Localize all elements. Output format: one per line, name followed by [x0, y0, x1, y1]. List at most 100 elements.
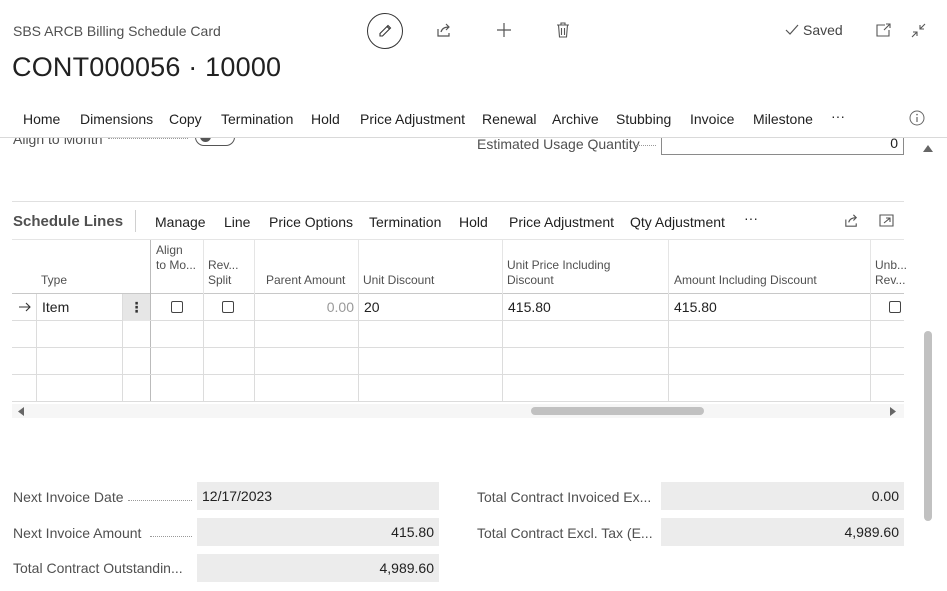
total-contract-excl-tax-value: 4,989.60	[661, 518, 904, 546]
schedule-lines-title: Schedule Lines	[13, 213, 124, 230]
lines-action-qty-adjustment[interactable]: Qty Adjustment	[630, 214, 725, 230]
cell-unit-discount[interactable]: 20	[364, 294, 494, 321]
expand-icon	[879, 214, 894, 227]
saved-label: Saved	[803, 22, 843, 38]
column-separator	[150, 240, 151, 295]
column-header-parent-amount[interactable]: Parent Amount	[266, 273, 345, 288]
page-title: CONT000056 · 10000	[12, 52, 282, 82]
next-invoice-amount-label: Next Invoice Amount	[13, 525, 142, 541]
table-row[interactable]: Item ⋮ 0.00 20 415.80 415.80	[12, 294, 904, 321]
row-menu-button[interactable]: ⋮	[123, 294, 150, 321]
next-invoice-amount-value: 415.80	[197, 518, 439, 546]
action-copy[interactable]: Copy	[169, 111, 202, 127]
share-icon	[845, 214, 858, 227]
checkbox-unbilled-rev[interactable]	[889, 301, 901, 313]
more-actions-button[interactable]: ···	[831, 108, 845, 124]
open-new-window-button[interactable]	[873, 19, 893, 41]
share-icon	[437, 23, 450, 37]
checkbox-rev-split[interactable]	[222, 301, 234, 313]
cell-amount-incl-discount[interactable]: 415.80	[674, 294, 864, 321]
horizontal-scrollbar[interactable]	[12, 404, 904, 418]
estimated-usage-quantity-input[interactable]: 0	[661, 138, 904, 155]
checkmark-icon	[785, 24, 799, 35]
delete-button[interactable]	[553, 19, 573, 41]
lines-action-price-options[interactable]: Price Options	[269, 214, 353, 230]
scroll-right-icon[interactable]	[889, 407, 896, 416]
total-contract-excl-tax-label: Total Contract Excl. Tax (E...	[477, 525, 653, 541]
horizontal-scrollbar-thumb[interactable]	[531, 407, 704, 415]
action-price-adjustment[interactable]: Price Adjustment	[360, 111, 465, 127]
field-leader-dots	[108, 138, 188, 139]
info-button[interactable]	[909, 110, 925, 129]
column-header-align-to-month[interactable]: Align to Mo...	[156, 243, 196, 273]
action-stubbing[interactable]: Stubbing	[616, 111, 671, 127]
current-row-arrow-icon	[18, 294, 34, 321]
table-row-empty[interactable]	[12, 321, 904, 348]
collapse-button[interactable]	[908, 19, 928, 41]
part-divider	[12, 201, 904, 202]
action-hold[interactable]: Hold	[311, 111, 340, 127]
lines-action-termination[interactable]: Termination	[369, 214, 441, 230]
column-separator	[358, 240, 359, 295]
scroll-up-icon[interactable]	[923, 145, 933, 152]
action-dimensions[interactable]: Dimensions	[80, 111, 153, 127]
column-header-type[interactable]: Type	[41, 273, 67, 288]
column-separator	[502, 240, 503, 295]
action-milestone[interactable]: Milestone	[753, 111, 813, 127]
column-separator	[254, 240, 255, 295]
plus-icon	[497, 23, 511, 37]
total-contract-outstanding-value: 4,989.60	[197, 554, 439, 582]
collapse-icon	[911, 23, 925, 37]
total-contract-invoiced-value: 0.00	[661, 482, 904, 510]
lines-more-actions-button[interactable]: ···	[744, 210, 758, 226]
new-button[interactable]	[494, 19, 514, 41]
column-header-unbilled-rev[interactable]: Unb... Rev...	[875, 258, 907, 288]
trash-icon	[557, 22, 569, 38]
table-row-empty[interactable]	[12, 375, 904, 402]
share-button[interactable]	[434, 19, 454, 41]
cell-unit-price-incl-discount[interactable]: 415.80	[508, 294, 658, 321]
lines-action-price-adjustment[interactable]: Price Adjustment	[509, 214, 614, 230]
column-header-rev-split[interactable]: Rev... Split	[208, 258, 248, 288]
total-contract-outstanding-label: Total Contract Outstandin...	[13, 560, 183, 576]
align-to-month-label: Align to Month	[13, 138, 103, 147]
edit-button[interactable]	[367, 13, 403, 49]
column-header-unit-discount[interactable]: Unit Discount	[363, 273, 434, 288]
field-leader-dots	[636, 145, 656, 146]
column-separator	[668, 240, 669, 295]
lines-share-button[interactable]	[843, 212, 860, 232]
column-separator	[203, 240, 204, 295]
next-invoice-date-value: 12/17/2023	[197, 482, 439, 510]
column-header-amount-incl-discount[interactable]: Amount Including Discount	[674, 273, 817, 288]
page-header: SBS ARCB Billing Schedule Card CONT00005…	[0, 0, 947, 100]
action-invoice[interactable]: Invoice	[690, 111, 734, 127]
action-archive[interactable]: Archive	[552, 111, 599, 127]
lines-expand-button[interactable]	[878, 212, 895, 231]
action-home[interactable]: Home	[23, 111, 60, 127]
checkbox-align-to-month[interactable]	[171, 301, 183, 313]
field-leader-dots	[128, 500, 192, 501]
next-invoice-date-label: Next Invoice Date	[13, 489, 124, 505]
grid-header: Type Align to Mo... Rev... Split Parent …	[12, 239, 907, 295]
align-to-month-toggle[interactable]	[195, 138, 235, 146]
cell-parent-amount: 0.00	[326, 299, 354, 315]
pencil-icon	[379, 24, 392, 37]
action-renewal[interactable]: Renewal	[482, 111, 536, 127]
open-new-window-icon	[875, 23, 891, 37]
scroll-left-icon[interactable]	[18, 407, 25, 416]
page-caption: SBS ARCB Billing Schedule Card	[13, 23, 221, 39]
lines-action-line[interactable]: Line	[224, 214, 250, 230]
info-icon	[909, 110, 925, 126]
toggle-knob	[200, 138, 211, 142]
column-header-unit-price-incl-discount[interactable]: Unit Price Including Discount	[507, 258, 627, 288]
lines-action-manage[interactable]: Manage	[155, 214, 206, 230]
total-contract-invoiced-label: Total Contract Invoiced Ex...	[477, 489, 652, 505]
lines-action-hold[interactable]: Hold	[459, 214, 488, 230]
table-row-empty[interactable]	[12, 348, 904, 375]
vertical-scrollbar[interactable]	[921, 138, 935, 591]
action-termination[interactable]: Termination	[221, 111, 293, 127]
action-bar: Home Dimensions Copy Termination Hold Pr…	[0, 100, 947, 138]
vertical-scrollbar-thumb[interactable]	[924, 331, 932, 521]
estimated-usage-quantity-label: Estimated Usage Quantity	[477, 138, 640, 152]
cell-type[interactable]: Item	[42, 294, 120, 321]
